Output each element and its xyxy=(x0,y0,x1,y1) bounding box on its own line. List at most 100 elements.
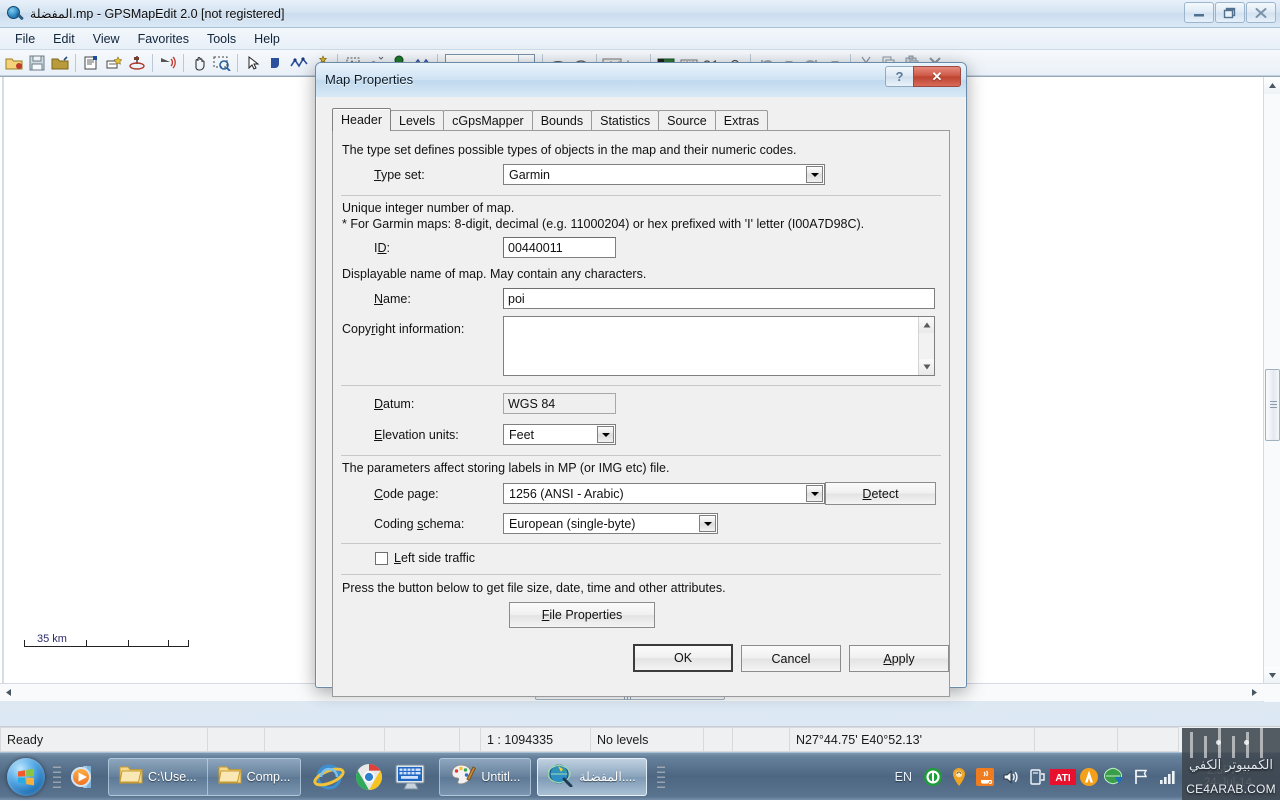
scroll-up-button[interactable] xyxy=(1264,77,1280,94)
apply-button[interactable]: Apply xyxy=(849,645,949,672)
typeset-combobox[interactable]: Garmin xyxy=(503,164,825,185)
tab-extras[interactable]: Extras xyxy=(714,110,769,131)
elevation-dropdown-arrow[interactable] xyxy=(597,426,614,443)
menu-item-file[interactable]: File xyxy=(6,30,44,48)
detect-button[interactable]: Detect xyxy=(825,482,936,505)
levels-icon[interactable] xyxy=(103,52,125,74)
cancel-button[interactable]: Cancel xyxy=(741,645,841,672)
taskbar-item-gpsmapedit[interactable]: المفضلة.... xyxy=(537,757,647,796)
status-cell-scale: 1 : 1094335 xyxy=(481,727,591,752)
create-polyline-icon[interactable] xyxy=(288,52,310,74)
name-input[interactable]: poi xyxy=(503,288,935,309)
close-button[interactable] xyxy=(1246,2,1276,23)
avast-icon[interactable] xyxy=(1076,757,1102,797)
ati-catalyst-icon[interactable]: ATI xyxy=(1050,757,1076,797)
taskbar-clock[interactable]: 2:55 AM 24-Jul-14 xyxy=(1180,753,1276,801)
apply-button-label: Apply xyxy=(883,651,915,666)
start-orb-icon[interactable] xyxy=(2,755,50,799)
copyright-scrollbar[interactable] xyxy=(918,317,934,375)
tab-statistics[interactable]: Statistics xyxy=(591,110,660,131)
id-input[interactable]: 00440011 xyxy=(503,237,616,258)
windows-taskbar: C:\Use... Comp... Untitl... المفضلة.... … xyxy=(0,752,1280,800)
copyright-scroll-up-button[interactable] xyxy=(919,317,934,333)
vertical-scroll-thumb[interactable] xyxy=(1265,369,1280,441)
clock-time: 2:55 AM xyxy=(1206,764,1250,777)
dialog-close-button[interactable]: ✕ xyxy=(913,66,961,87)
elevation-units-combobox[interactable]: Feet xyxy=(503,424,616,445)
coding-schema-dropdown-arrow[interactable] xyxy=(699,515,716,532)
create-polygon-icon[interactable] xyxy=(265,52,287,74)
menu-item-help[interactable]: Help xyxy=(245,30,289,48)
export-icon[interactable] xyxy=(49,52,71,74)
internet-download-manager-icon[interactable] xyxy=(1102,757,1128,797)
action-center-flag-icon[interactable] xyxy=(1128,757,1154,797)
minimize-button[interactable] xyxy=(1184,2,1214,23)
menu-item-tools[interactable]: Tools xyxy=(198,30,245,48)
menu-item-edit[interactable]: Edit xyxy=(44,30,84,48)
calibrate-icon[interactable] xyxy=(126,52,148,74)
taskbar-item-computer[interactable]: Comp... xyxy=(206,757,302,796)
dialog-titlebar xyxy=(316,63,966,97)
id-hint-line2: * For Garmin maps: 8-digit, decimal (e.g… xyxy=(342,217,865,231)
taskbar-running-tasks-2: Untitl... xyxy=(439,757,532,797)
scroll-down-button[interactable] xyxy=(1264,667,1280,684)
menu-item-view[interactable]: View xyxy=(84,30,129,48)
idm-icon[interactable] xyxy=(920,757,946,797)
left-side-traffic-row[interactable]: Left side traffic xyxy=(375,551,475,565)
ok-button[interactable]: OK xyxy=(633,644,733,672)
menu-bar: File Edit View Favorites Tools Help xyxy=(0,28,1280,50)
paint-icon xyxy=(450,763,477,790)
tab-bounds[interactable]: Bounds xyxy=(531,110,593,131)
id-value: 00440011 xyxy=(508,240,563,255)
zoom-select-icon[interactable] xyxy=(211,52,233,74)
scroll-left-button[interactable] xyxy=(0,684,17,701)
gps-icon[interactable] xyxy=(157,52,179,74)
datum-label: Datum: xyxy=(374,397,415,411)
copyright-value[interactable] xyxy=(504,317,918,375)
status-cell-9 xyxy=(733,727,790,752)
tab-levels[interactable]: Levels xyxy=(390,110,445,131)
map-properties-icon[interactable] xyxy=(80,52,102,74)
google-chrome-icon[interactable] xyxy=(349,757,389,797)
network-signal-icon[interactable] xyxy=(1154,757,1180,797)
volume-icon[interactable] xyxy=(998,757,1024,797)
copyright-scroll-down-button[interactable] xyxy=(919,359,934,375)
window-controls xyxy=(1183,2,1276,23)
taskbar-item-paint[interactable]: Untitl... xyxy=(439,757,532,796)
taskbar-grip[interactable] xyxy=(53,760,61,794)
windows-media-player-icon[interactable] xyxy=(64,757,104,797)
left-side-traffic-checkbox[interactable] xyxy=(375,551,388,565)
tab-header[interactable]: Header xyxy=(332,108,391,131)
datum-value: WGS 84 xyxy=(508,396,556,411)
coding-schema-combobox[interactable]: European (single-byte) xyxy=(503,513,718,534)
typeset-dropdown-arrow[interactable] xyxy=(806,166,823,183)
help-button[interactable]: ? xyxy=(885,66,913,87)
tab-source[interactable]: Source xyxy=(658,110,716,131)
save-icon[interactable] xyxy=(26,52,48,74)
language-indicator[interactable]: EN xyxy=(887,770,920,784)
scroll-right-button[interactable] xyxy=(1246,684,1263,701)
taskbar-item-c-users[interactable]: C:\Use... xyxy=(108,757,207,796)
pan-icon[interactable] xyxy=(188,52,210,74)
gpsmapedit-main-window: المفضلة.mp - GPSMapEdit 2.0 [not registe… xyxy=(0,0,1280,752)
on-screen-keyboard-icon[interactable] xyxy=(389,757,433,797)
codepage-dropdown-arrow[interactable] xyxy=(806,485,823,502)
open-map-icon[interactable] xyxy=(3,52,25,74)
status-cell-coordinates: N27°44.75' E40°52.13' xyxy=(790,727,1035,752)
copyright-textarea[interactable] xyxy=(503,316,935,376)
codepage-combobox[interactable]: 1256 (ANSI - Arabic) xyxy=(503,483,825,504)
map-properties-dialog: Map Properties ? ✕ Header Levels cGpsMap… xyxy=(315,62,967,697)
safely-remove-icon[interactable] xyxy=(1024,757,1050,797)
select-arrow-icon[interactable] xyxy=(242,52,264,74)
file-properties-button[interactable]: File Properties xyxy=(509,602,655,628)
internet-explorer-icon[interactable] xyxy=(309,757,349,797)
codepage-label: Code page: xyxy=(374,487,439,501)
tab-cgpsmapper[interactable]: cGpsMapper xyxy=(443,110,533,131)
typeset-hint: The type set defines possible types of o… xyxy=(342,143,797,157)
restore-button[interactable] xyxy=(1215,2,1245,23)
map-vertical-scrollbar[interactable] xyxy=(1263,77,1280,702)
location-icon[interactable] xyxy=(946,757,972,797)
java-icon[interactable] xyxy=(972,757,998,797)
tray-grip[interactable] xyxy=(656,760,665,794)
menu-item-favorites[interactable]: Favorites xyxy=(129,30,198,48)
